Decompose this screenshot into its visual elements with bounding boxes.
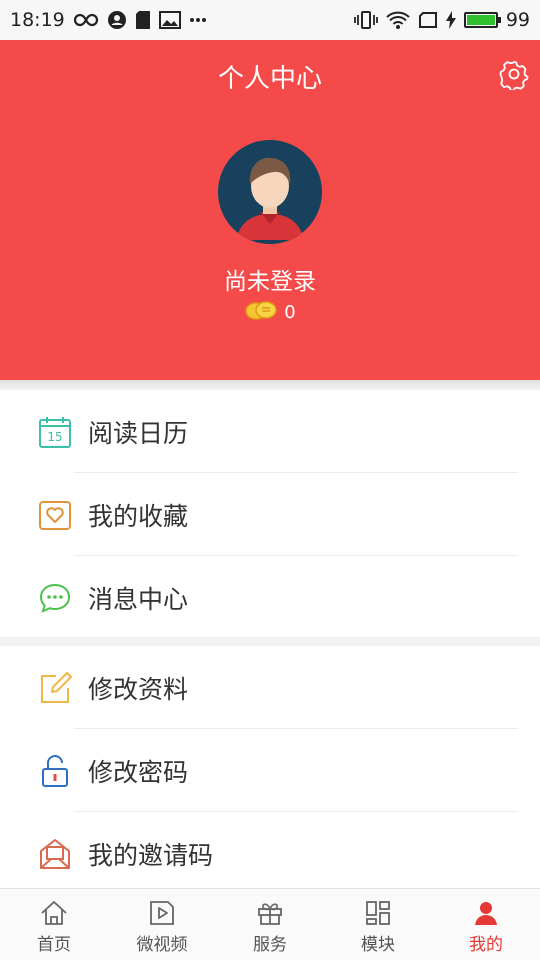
gift-icon: [255, 899, 285, 927]
invite-envelope-icon: [38, 837, 72, 871]
svg-text:15: 15: [47, 430, 62, 444]
page-title: 个人中心: [217, 64, 322, 94]
battery-fill: [466, 15, 495, 25]
menu-item-edit-profile[interactable]: 修改资料: [0, 646, 540, 729]
avatar[interactable]: [218, 140, 322, 244]
coin-count: 0: [284, 302, 296, 323]
menu-label: 我的邀请码: [88, 840, 214, 870]
tab-label: 微视频: [136, 935, 188, 955]
battery-level: 99: [505, 9, 530, 31]
tab-label: 模块: [361, 935, 395, 955]
menu-item-my-invite-code[interactable]: 我的邀请码: [0, 812, 540, 895]
profile-header: 个人中心 尚未登录 0: [0, 40, 540, 380]
message-bubble-icon: [38, 581, 72, 615]
menu-group-2: 修改资料 修改密码 我的邀请码: [0, 646, 540, 888]
tab-home[interactable]: 首页: [0, 889, 108, 960]
home-icon: [39, 899, 69, 927]
charging-bolt-icon: [445, 11, 456, 29]
edit-icon: [38, 671, 72, 705]
account-icon: [107, 10, 127, 30]
infinity-icon: [73, 12, 99, 28]
menu-label: 修改密码: [88, 757, 189, 787]
login-status[interactable]: 尚未登录: [0, 262, 540, 296]
tab-modules[interactable]: 模块: [324, 889, 432, 960]
tab-services[interactable]: 服务: [216, 889, 324, 960]
person-icon: [471, 899, 501, 927]
more-dots-icon: [189, 17, 207, 23]
menu-item-my-favorites[interactable]: 我的收藏: [0, 473, 540, 556]
menu-group-1: 15 阅读日历 我的收藏 消息中心: [0, 390, 540, 637]
tab-label: 服务: [253, 935, 287, 955]
settings-button[interactable]: [498, 58, 530, 92]
calendar-icon: 15: [38, 415, 72, 449]
status-time: 18:19: [10, 9, 65, 31]
sd-card-icon: [135, 10, 151, 30]
menu-item-change-password[interactable]: 修改密码: [0, 729, 540, 812]
default-avatar-icon: [218, 140, 322, 244]
video-play-icon: [147, 899, 177, 927]
wifi-icon: [386, 10, 410, 30]
menu-item-message-center[interactable]: 消息中心: [0, 556, 540, 639]
vibrate-icon: [353, 10, 378, 30]
menu-label: 修改资料: [88, 674, 189, 704]
image-icon: [158, 11, 181, 29]
menu-label: 我的收藏: [88, 501, 189, 531]
modules-grid-icon: [363, 899, 393, 927]
coin-icon: [244, 298, 278, 327]
battery-icon: [463, 12, 501, 28]
header-shadow: [0, 380, 540, 390]
menu-label: 阅读日历: [88, 418, 189, 448]
menu-item-reading-calendar[interactable]: 15 阅读日历: [0, 390, 540, 473]
tab-mine[interactable]: 我的: [432, 889, 540, 960]
tab-label: 首页: [37, 935, 71, 955]
bottom-tab-bar: 首页 微视频 服务 模块 我的: [0, 888, 540, 960]
unlock-icon: [38, 754, 72, 788]
tab-micro-video[interactable]: 微视频: [108, 889, 216, 960]
status-bar: 18:19 99: [0, 0, 540, 40]
menu-label: 消息中心: [88, 584, 189, 614]
favorite-heart-icon: [38, 498, 72, 532]
tab-label: 我的: [469, 935, 503, 955]
coin-balance: 0: [0, 298, 540, 327]
sim-card-icon: [418, 11, 438, 29]
gear-icon: [499, 61, 529, 92]
